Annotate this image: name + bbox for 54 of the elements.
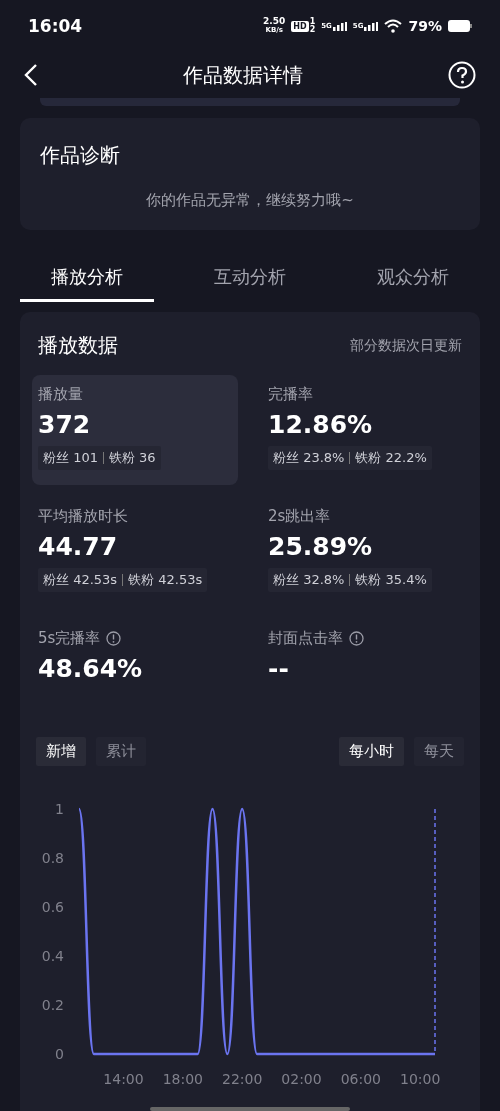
metric-value: 44.77	[38, 532, 119, 561]
metric-label: 封面点击率	[268, 629, 343, 648]
axis-tick-label: 0.4	[41, 948, 64, 964]
metric-value: 48.64%	[38, 654, 144, 683]
status-time: 16:04	[28, 16, 83, 36]
axis-tick-label: 0.6	[41, 899, 64, 915]
tab[interactable]: 观众分析	[346, 244, 480, 302]
metric-tile[interactable]: 封面点击率 --	[262, 619, 468, 729]
fans-breakdown: 粉丝 101 铁粉 36	[38, 446, 161, 470]
back-icon[interactable]	[24, 63, 38, 87]
info-icon[interactable]	[349, 631, 364, 646]
axis-tick-label: 10:00	[400, 1071, 441, 1086]
metric-tile[interactable]: 平均播放时长 44.77 粉丝 42.53s 铁粉 42.53s	[32, 497, 238, 607]
metric-value: --	[268, 654, 290, 683]
metric-label: 平均播放时长	[38, 507, 128, 526]
axis-tick-label: 0.2	[41, 997, 64, 1013]
metric-tile[interactable]: 2s跳出率 25.89% 粉丝 32.8% 铁粉 35.4%	[262, 497, 468, 607]
diagnosis-message: 你的作品无异常，继续努力哦~	[145, 191, 355, 210]
section-title: 播放数据	[38, 332, 118, 359]
axis-tick-label: 14:00	[103, 1071, 144, 1086]
period-toggle[interactable]: 每小时	[339, 737, 404, 766]
section-title: 作品诊断	[40, 142, 121, 169]
period-toggle[interactable]: 每天	[414, 737, 464, 766]
metric-value: 25.89%	[268, 532, 374, 561]
metric-value: 372	[38, 410, 92, 439]
axis-tick-label: 06:00	[340, 1071, 381, 1086]
axis-tick-label: 18:00	[162, 1071, 203, 1086]
metric-tile[interactable]: 播放量 372 粉丝 101 铁粉 36	[32, 375, 238, 485]
axis-tick-label: 0.8	[41, 850, 64, 866]
metric-value: 12.86%	[268, 410, 374, 439]
wifi-icon	[384, 19, 403, 33]
metric-tile[interactable]: 完播率 12.86% 粉丝 23.8% 铁粉 22.2%	[262, 375, 468, 485]
metric-label: 5s完播率	[38, 629, 101, 648]
fans-breakdown: 粉丝 42.53s 铁粉 42.53s	[38, 568, 208, 592]
metric-label: 播放量	[38, 385, 83, 404]
axis-tick-label: 0	[55, 1046, 64, 1062]
tab[interactable]: 播放分析	[20, 244, 154, 302]
axis-tick-label: 22:00	[222, 1071, 263, 1086]
metric-tile[interactable]: 5s完播率 48.64%	[32, 619, 238, 729]
help-icon[interactable]	[448, 61, 476, 89]
metric-label: 2s跳出率	[268, 507, 331, 526]
battery-percent: 79%	[408, 18, 442, 34]
info-icon[interactable]	[106, 631, 122, 646]
mode-toggle[interactable]: 累计	[96, 737, 146, 766]
axis-tick-label: 1	[55, 801, 64, 817]
fans-breakdown: 粉丝 23.8% 铁粉 22.2%	[268, 446, 432, 470]
tab[interactable]: 互动分析	[183, 244, 317, 302]
fans-breakdown: 粉丝 32.8% 铁粉 35.4%	[268, 568, 432, 592]
axis-tick-label: 02:00	[281, 1071, 322, 1086]
page-title: 作品数据详情	[183, 61, 303, 89]
battery-icon	[448, 20, 472, 32]
update-note: 部分数据次日更新	[350, 336, 462, 355]
metric-label: 完播率	[268, 385, 313, 404]
mode-toggle[interactable]: 新增	[36, 737, 86, 766]
